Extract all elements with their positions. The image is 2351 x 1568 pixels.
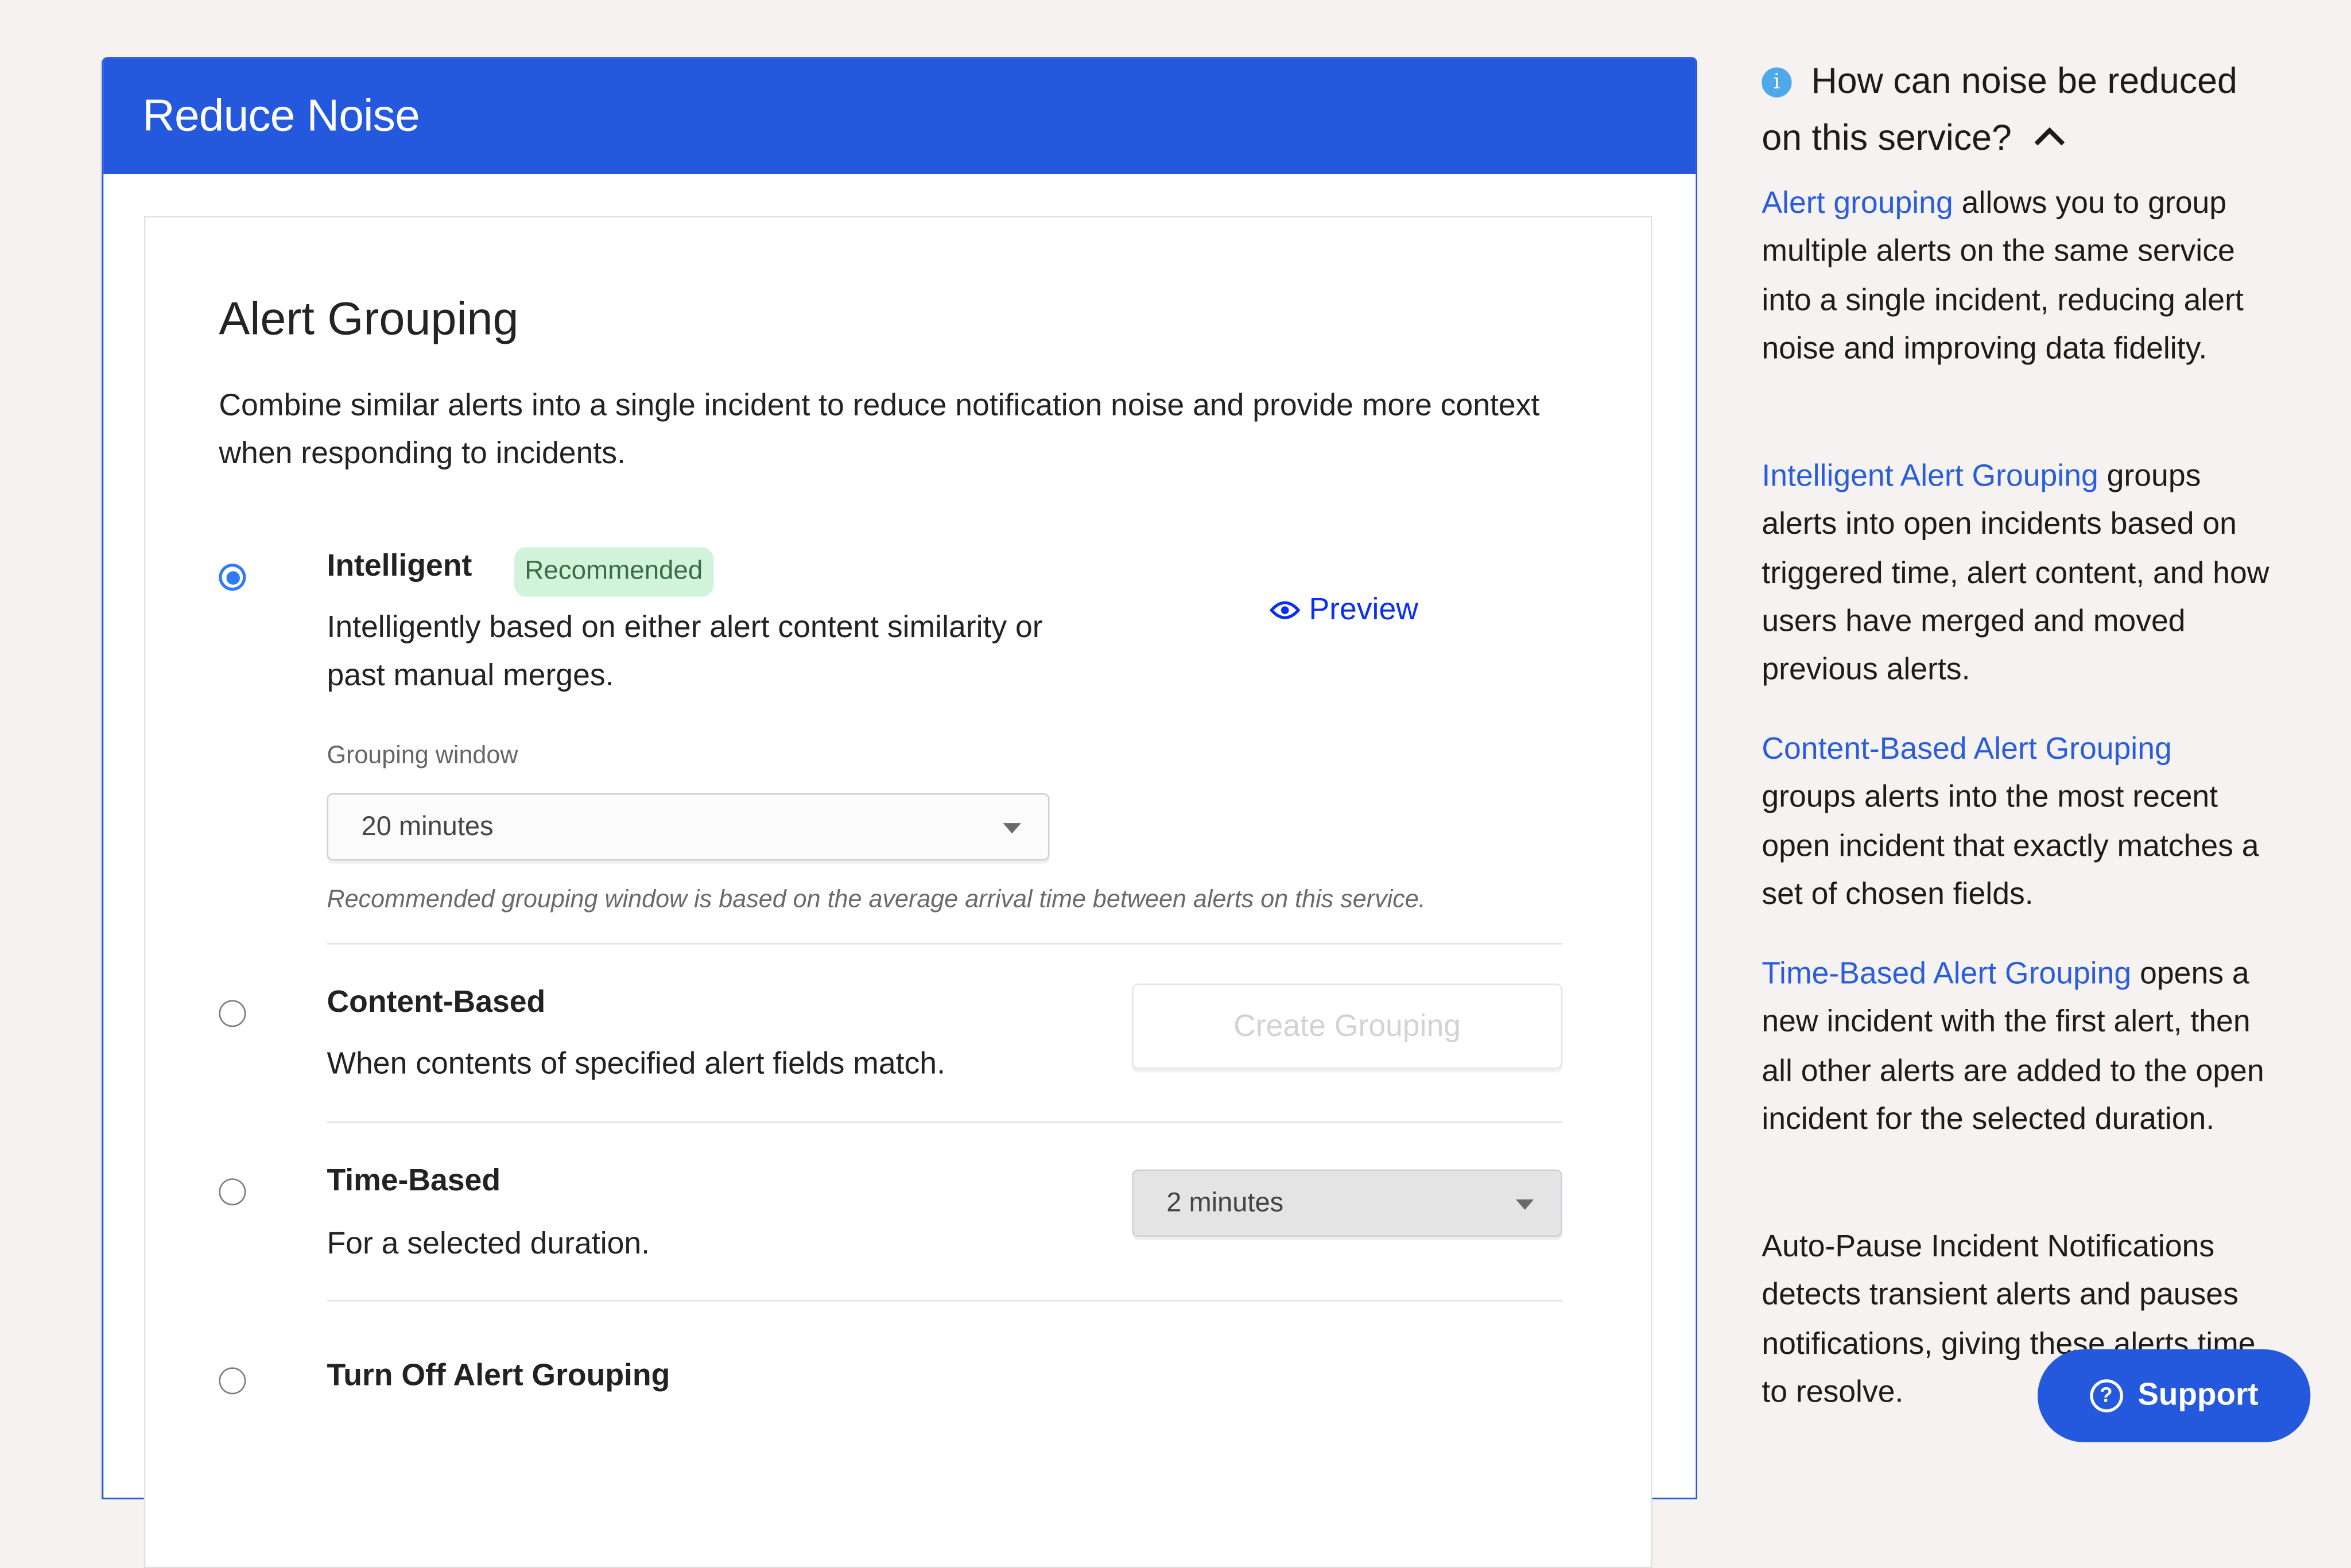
support-button[interactable]: ? Support bbox=[2037, 1349, 2311, 1442]
radio-content-based[interactable] bbox=[219, 1000, 246, 1027]
section-heading: Alert Grouping bbox=[219, 292, 519, 345]
grouping-window-value: 20 minutes bbox=[361, 811, 494, 841]
radio-time-based[interactable] bbox=[219, 1178, 246, 1206]
panel-title: Reduce Noise bbox=[142, 91, 420, 141]
help-toggle[interactable]: i How can noise be reduced on this servic… bbox=[1762, 56, 2271, 166]
page: Reduce Noise Alert Grouping Combine simi… bbox=[0, 0, 2351, 1568]
info-icon: i bbox=[1762, 67, 1792, 98]
time-based-duration-select[interactable]: 2 minutes bbox=[1132, 1169, 1562, 1237]
grouping-window-select[interactable]: 20 minutes bbox=[327, 793, 1050, 861]
help-paragraph: Intelligent Alert Grouping groups alerts… bbox=[1762, 453, 2271, 695]
help-paragraph: Alert grouping allows you to group multi… bbox=[1762, 180, 2271, 373]
intelligent-alert-grouping-link[interactable]: Intelligent Alert Grouping bbox=[1762, 459, 2098, 493]
support-label: Support bbox=[2137, 1377, 2259, 1412]
radio-intelligent[interactable] bbox=[219, 564, 246, 591]
grouping-window-label: Grouping window bbox=[327, 742, 518, 770]
radio-turn-off[interactable] bbox=[219, 1367, 246, 1395]
content-based-alert-grouping-link[interactable]: Content-Based Alert Grouping bbox=[1762, 732, 2171, 766]
help-paragraph: Time-Based Alert Grouping opens a new in… bbox=[1762, 950, 2271, 1144]
chevron-up-icon bbox=[2032, 110, 2065, 164]
recommended-badge: Recommended bbox=[514, 547, 713, 597]
duration-value: 2 minutes bbox=[1166, 1187, 1284, 1218]
alert-grouping-link[interactable]: Alert grouping bbox=[1762, 186, 1953, 220]
time-based-alert-grouping-link[interactable]: Time-Based Alert Grouping bbox=[1762, 957, 2131, 991]
grouping-window-hint: Recommended grouping window is based on … bbox=[327, 886, 1426, 913]
reduce-noise-panel: Reduce Noise Alert Grouping Combine simi… bbox=[102, 57, 1698, 1568]
eye-icon bbox=[1270, 601, 1300, 619]
create-grouping-button[interactable]: Create Grouping bbox=[1132, 983, 1562, 1069]
caret-down-icon bbox=[1515, 1199, 1534, 1210]
option-desc-content-based: When contents of specified alert fields … bbox=[327, 1046, 945, 1081]
section-description: Combine similar alerts into a single inc… bbox=[219, 388, 1540, 471]
option-title-time-based: Time-Based bbox=[327, 1163, 501, 1198]
option-title-turn-off: Turn Off Alert Grouping bbox=[327, 1358, 670, 1393]
option-desc-time-based: For a selected duration. bbox=[327, 1226, 650, 1261]
preview-link[interactable]: Preview bbox=[1270, 592, 1418, 628]
option-desc-intelligent: Intelligently based on either alert cont… bbox=[327, 610, 1043, 693]
help-text: groups alerts into the most recent open … bbox=[1762, 780, 2259, 911]
divider bbox=[327, 943, 1562, 945]
alert-grouping-card: Alert Grouping Combine similar alerts in… bbox=[143, 216, 1652, 1568]
caret-down-icon bbox=[1003, 823, 1021, 834]
option-title-content-based: Content-Based bbox=[327, 985, 546, 1020]
divider bbox=[327, 1299, 1562, 1302]
divider bbox=[327, 1121, 1562, 1123]
help-paragraph: Content-Based Alert Grouping groups aler… bbox=[1762, 725, 2271, 919]
panel-header: Reduce Noise bbox=[103, 58, 1696, 174]
preview-label: Preview bbox=[1309, 592, 1418, 627]
question-circle-icon: ? bbox=[2089, 1379, 2123, 1412]
option-title-intelligent: Intelligent bbox=[327, 549, 472, 584]
help-question: How can noise be reduced on this service… bbox=[1762, 61, 2237, 159]
